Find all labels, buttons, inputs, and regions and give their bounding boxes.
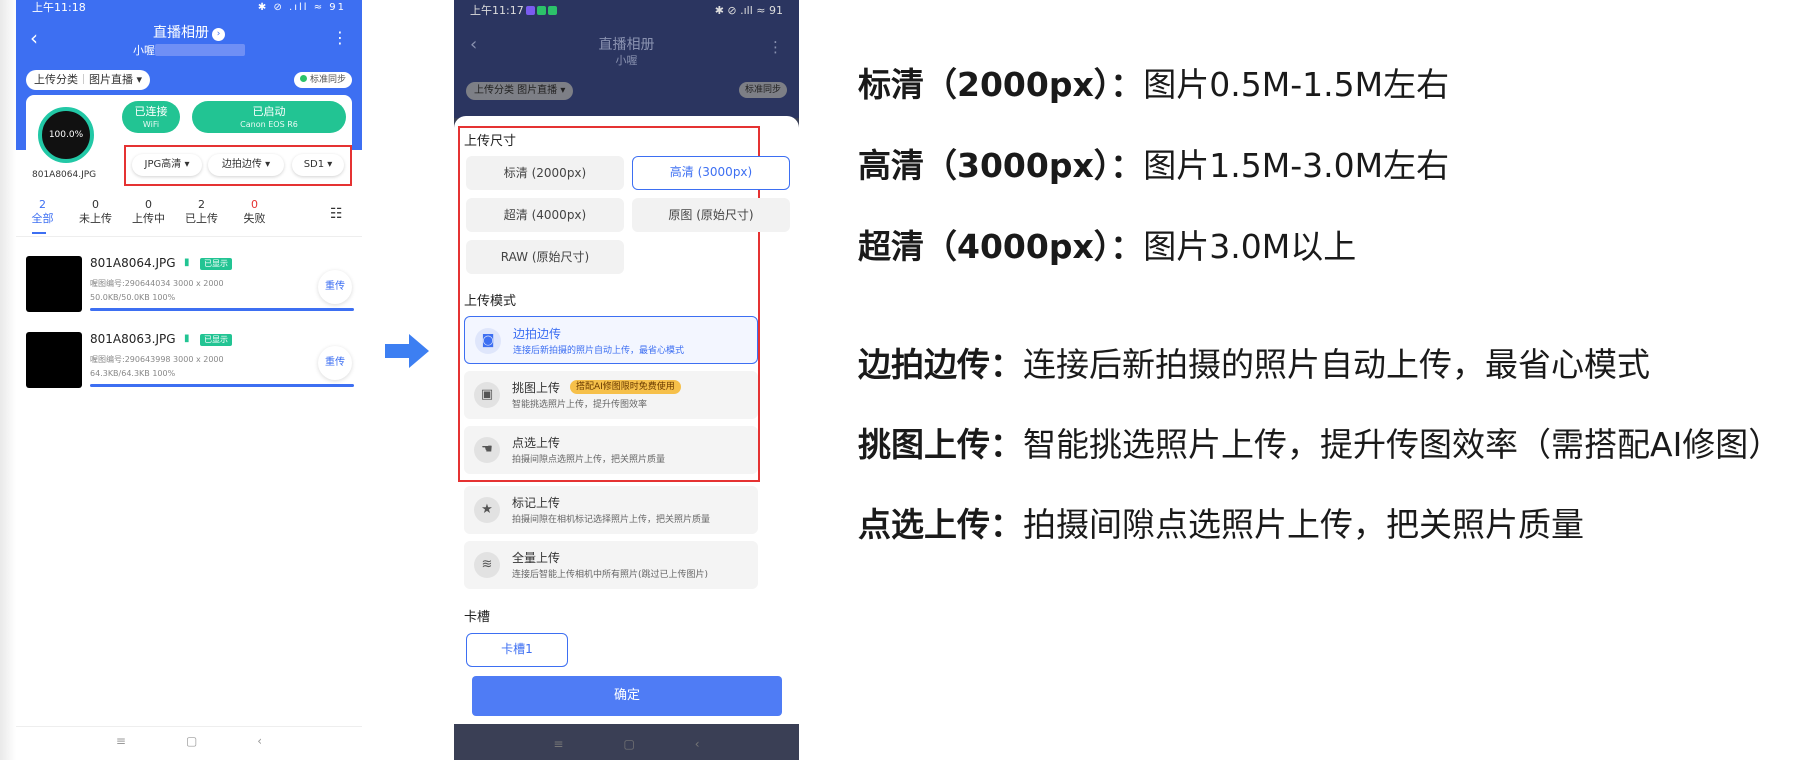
system-nav-bar: ≡ ▢ ‹ <box>16 726 362 754</box>
home-icon[interactable]: ▢ <box>623 728 634 760</box>
explain-line-pick-upload: 挑图上传：智能挑选照片上传，提升传图效率（需搭配AI修图） <box>858 425 1782 464</box>
sd-card-icon: ▮ <box>184 257 190 268</box>
upload-progress-ring: 100.0% <box>38 107 94 163</box>
mode-dropdown[interactable]: 边拍边传 ▾ <box>208 154 284 176</box>
photo-thumbnail[interactable] <box>26 332 82 388</box>
status-icons: ✱ ⊘ .ıll ≈ 91 <box>714 3 783 17</box>
mode-option-mark-upload[interactable]: ★ 标记上传 拍摄间隙在相机标记选择照片上传，把关照片质量 <box>464 486 758 534</box>
tab-all[interactable]: 2 全部 <box>16 198 69 228</box>
promo-tag: 搭配AI修图限时免费使用 <box>570 380 681 394</box>
back-nav-icon[interactable]: ‹ <box>257 727 262 754</box>
photo-thumbnail[interactable] <box>26 256 82 312</box>
size-option-uhd[interactable]: 超清 (4000px) <box>466 198 624 232</box>
status-bar: 上午11:18 ✱ ⊘ .ıll ≈ 91 <box>32 0 346 14</box>
file-size: 50.0KB/50.0KB 100% <box>90 293 176 302</box>
page-title: 直播相册 › <box>16 22 362 42</box>
explain-line-shoot-upload: 边拍边传：连接后新拍摄的照片自动上传，最省心模式 <box>858 345 1650 384</box>
sync-mode-badge[interactable]: 标准同步 <box>738 82 787 98</box>
list-view-icon[interactable]: ☷ <box>330 206 346 222</box>
status-icons: ✱ ⊘ .ıll ≈ 91 <box>257 1 346 13</box>
menu-icon[interactable]: ≡ <box>553 728 563 760</box>
sd-card-icon: ▮ <box>184 333 190 344</box>
current-file-name: 801A8064.JPG <box>32 170 97 180</box>
explain-line-uhd: 超清（4000px）：图片3.0M以上 <box>858 227 1357 266</box>
upload-progress-bar <box>90 384 354 387</box>
camera-status-button[interactable]: 已启动 Canon EOS R6 <box>192 101 346 133</box>
star-icon: ★ <box>474 497 500 523</box>
size-option-hd[interactable]: 高清 (3000px) <box>632 156 790 190</box>
file-row[interactable]: 801A8063.JPG ▮ 已显示 喔图编号:290643998 3000 x… <box>16 324 362 398</box>
camera-icon: ◙ <box>475 328 501 354</box>
upload-mode-title: 上传模式 <box>464 294 517 309</box>
confirm-button[interactable]: 确定 <box>472 676 782 716</box>
more-options-icon[interactable]: ⋮ <box>332 28 348 47</box>
home-icon[interactable]: ▢ <box>186 727 197 754</box>
status-bar: 上午11:17 ✱ ⊘ .ıll ≈ 91 <box>470 3 783 18</box>
divider <box>16 236 362 237</box>
size-option-original[interactable]: 原图 (原始尺寸) <box>632 198 790 232</box>
more-options-icon[interactable]: ⋮ <box>768 38 783 56</box>
size-option-raw[interactable]: RAW (原始尺寸) <box>466 240 624 274</box>
system-nav-bar: ≡ ▢ ‹ <box>454 728 799 760</box>
image-pick-icon: ▣ <box>474 382 500 408</box>
sync-mode-badge[interactable]: 标准同步 <box>293 72 352 88</box>
category-selector[interactable]: 上传分类 图片直播 ▾ <box>466 82 574 100</box>
dimmed-header: 上午11:17 ✱ ⊘ .ıll ≈ 91 ‹ 直播相册 小喔 ⋮ 上传分类 图… <box>454 0 799 118</box>
tab-not-uploaded[interactable]: 0 未上传 <box>69 198 122 228</box>
page-edge-shadow <box>0 0 16 760</box>
arrow-right-icon <box>385 334 429 368</box>
file-row[interactable]: 801A8064.JPG ▮ 已显示 喔图编号:290644034 3000 x… <box>16 248 362 322</box>
reupload-button[interactable]: 重传 <box>318 346 352 380</box>
user-name: 小喔 <box>16 42 362 58</box>
file-name: 801A8063.JPG <box>90 332 176 346</box>
layers-icon: ≋ <box>474 552 500 578</box>
file-size: 64.3KB/64.3KB 100% <box>90 369 176 378</box>
mode-option-shoot-upload[interactable]: ◙ 边拍边传 连接后新拍摄的照片自动上传，最省心模式 <box>464 316 758 364</box>
file-meta: 喔图编号:290644034 3000 x 2000 <box>90 279 224 288</box>
menu-icon[interactable]: ≡ <box>116 727 126 754</box>
user-name: 小喔 <box>615 54 638 67</box>
mode-option-tap-upload[interactable]: ☚ 点选上传 拍摄间隙点选照片上传，把关照片质量 <box>464 426 758 474</box>
reupload-button[interactable]: 重传 <box>318 270 352 304</box>
category-selector[interactable]: 上传分类 图片直播 ▾ <box>26 70 151 90</box>
upload-size-title: 上传尺寸 <box>464 134 517 149</box>
upload-progress-bar <box>90 308 354 311</box>
size-option-sd[interactable]: 标清 (2000px) <box>466 156 624 190</box>
status-time: 上午11:17 <box>470 4 524 17</box>
status-tabs: 2 全部 0 未上传 0 上传中 2 已上传 0 失败 <box>16 198 362 228</box>
mode-option-pick-upload[interactable]: ▣ 挑图上传 搭配AI修图限时免费使用 智能挑选照片上传，提升传图效率 <box>464 371 758 419</box>
quality-dropdown[interactable]: JPG高清 ▾ <box>132 154 202 176</box>
file-meta: 喔图编号:290643998 3000 x 2000 <box>90 355 224 364</box>
tab-failed[interactable]: 0 失败 <box>228 198 281 228</box>
back-nav-icon[interactable]: ‹ <box>695 728 700 760</box>
explain-line-sd: 标清（2000px）：图片0.5M-1.5M左右 <box>858 65 1450 104</box>
slot-option[interactable]: 卡槽1 <box>466 633 568 667</box>
file-name: 801A8064.JPG <box>90 256 176 270</box>
explain-line-tap-upload: 点选上传：拍摄间隙点选照片上传，把关照片质量 <box>858 505 1584 544</box>
slot-title: 卡槽 <box>464 610 491 625</box>
phone-upload-list: 上午11:18 ✱ ⊘ .ıll ≈ 91 ‹ 直播相册 › 小喔 ⋮ 上传分类图… <box>16 0 362 760</box>
status-badge: 已显示 <box>200 334 232 346</box>
tab-uploading[interactable]: 0 上传中 <box>122 198 175 228</box>
wifi-status-button[interactable]: 已连接 WiFi <box>122 101 180 133</box>
status-badge: 已显示 <box>200 258 232 270</box>
slot-dropdown[interactable]: SD1 ▾ <box>292 154 344 176</box>
active-tab-indicator <box>32 232 46 234</box>
upload-settings-sheet: 上传尺寸 标清 (2000px) 高清 (3000px) 超清 (4000px)… <box>454 116 799 724</box>
tab-uploaded[interactable]: 2 已上传 <box>175 198 228 228</box>
explain-line-hd: 高清（3000px）：图片1.5M-3.0M左右 <box>858 146 1450 185</box>
tap-select-icon: ☚ <box>474 437 500 463</box>
page-title: 直播相册 <box>598 37 655 53</box>
redacted-name <box>155 44 245 56</box>
status-time: 上午11:18 <box>32 1 86 14</box>
mode-option-full-upload[interactable]: ≋ 全量上传 连接后智能上传相机中所有照片(跳过已上传图片) <box>464 541 758 589</box>
phone-upload-settings: 上午11:17 ✱ ⊘ .ıll ≈ 91 ‹ 直播相册 小喔 ⋮ 上传分类 图… <box>454 0 799 760</box>
chevron-right-icon[interactable]: › <box>212 28 225 41</box>
